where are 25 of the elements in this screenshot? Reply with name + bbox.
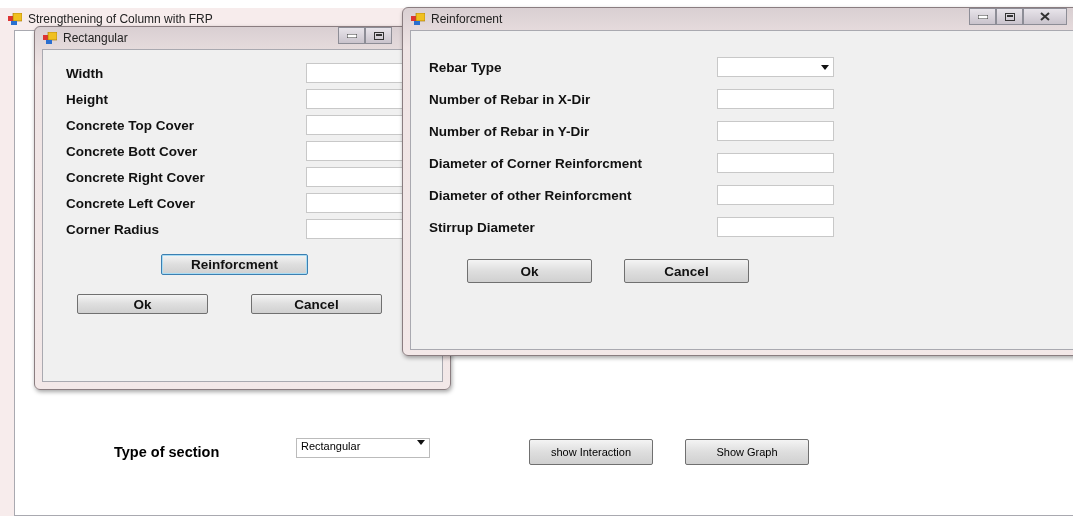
field-label: Concrete Bott Cover bbox=[66, 143, 199, 159]
field-label: Diameter of other Reinforcment bbox=[429, 187, 633, 203]
ok-button[interactable]: Ok bbox=[77, 294, 208, 314]
field-label: Concrete Right Cover bbox=[66, 169, 206, 185]
field-label: Width bbox=[66, 65, 105, 81]
field-label: Diameter of Corner Reinforcment bbox=[429, 155, 644, 171]
field-label: Corner Radius bbox=[66, 221, 161, 237]
field-label: Concrete Top Cover bbox=[66, 117, 196, 133]
field-label: Height bbox=[66, 91, 109, 107]
field-label: Concrete Left Cover bbox=[66, 195, 197, 211]
reinforcement-button[interactable]: Reinforcment bbox=[161, 254, 308, 275]
field-label: Type of section bbox=[114, 444, 221, 460]
ok-button[interactable]: Ok bbox=[467, 259, 592, 283]
window-title: Rectangular bbox=[63, 31, 128, 45]
field-label: Number of Rebar in X-Dir bbox=[429, 91, 592, 107]
field-label: Stirrup Diameter bbox=[429, 219, 536, 235]
interaction-button[interactable]: show Interaction bbox=[529, 439, 653, 465]
section-type-dropdown[interactable]: Rectangular bbox=[296, 438, 430, 458]
window-title: Strengthening of Column with FRP bbox=[28, 12, 213, 26]
cancel-button[interactable]: Cancel bbox=[624, 259, 749, 283]
field-label: Number of Rebar in Y-Dir bbox=[429, 123, 591, 139]
cancel-button[interactable]: Cancel bbox=[251, 294, 382, 314]
graph-button[interactable]: Show Graph bbox=[685, 439, 809, 465]
window-title: Reinforcment bbox=[431, 12, 503, 26]
field-label: Rebar Type bbox=[429, 59, 503, 75]
